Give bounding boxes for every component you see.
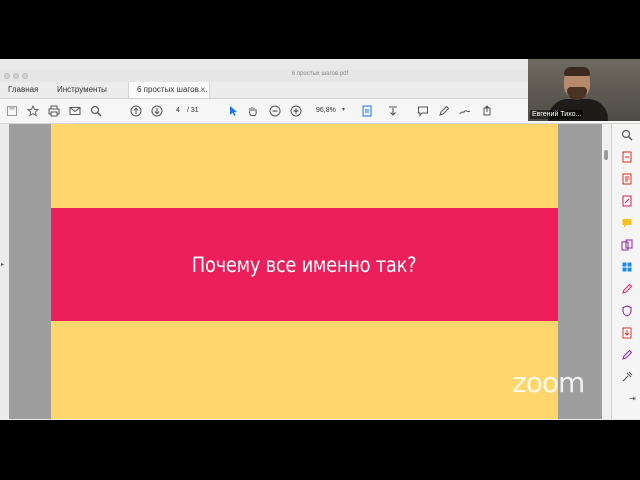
highlight-pen-icon[interactable] (437, 104, 451, 118)
zoom-out-icon[interactable] (268, 104, 282, 118)
protect-icon[interactable] (621, 304, 633, 317)
slide-band: Почему все именно так? (51, 208, 558, 321)
tab-document-label: 6 простых шагов.... (137, 85, 208, 94)
organize-pages-icon[interactable] (621, 260, 633, 272)
sign-icon[interactable] (458, 104, 472, 118)
right-tools-panel: ⇥ (611, 124, 640, 419)
page-down-icon[interactable] (150, 104, 164, 118)
more-tools-icon[interactable] (621, 370, 633, 382)
export-pdf-icon[interactable] (621, 150, 633, 163)
edit-pdf-icon[interactable] (621, 194, 633, 207)
participant-hair (564, 67, 590, 76)
comment-icon[interactable] (416, 104, 430, 118)
send-for-signature-icon[interactable] (621, 348, 633, 360)
zoom-watermark-logo: zoom (512, 366, 585, 399)
fit-page-icon[interactable] (360, 104, 374, 118)
participant-video[interactable]: Евгений Тихо... (528, 59, 640, 121)
comment-tool-icon[interactable] (621, 216, 633, 228)
fill-sign-icon[interactable] (621, 282, 633, 294)
page-up-icon[interactable] (129, 104, 143, 118)
create-pdf-icon[interactable] (621, 172, 633, 185)
tab-close-icon[interactable]: × (200, 82, 205, 98)
search-icon[interactable] (89, 104, 103, 118)
chevron-down-icon[interactable]: ▾ (342, 105, 345, 116)
slide-heading: Почему все именно так? (192, 252, 417, 277)
bookmark-star-icon[interactable] (26, 104, 40, 118)
page-total: / 31 (187, 107, 199, 114)
zoom-level-select[interactable]: 96,8% (316, 105, 352, 116)
tab-document[interactable]: 6 простых шагов.... × (128, 82, 210, 98)
tab-tools[interactable]: Инструменты (57, 82, 107, 98)
hand-tool-icon[interactable] (246, 104, 260, 118)
pdf-page: Почему все именно так? (51, 124, 558, 419)
share-icon[interactable] (480, 104, 494, 118)
mail-icon[interactable] (68, 104, 82, 118)
select-cursor-icon[interactable] (226, 104, 240, 118)
print-icon[interactable] (47, 104, 61, 118)
vertical-scrollbar[interactable] (602, 124, 611, 419)
expand-left-panel-icon[interactable]: ▸ (1, 261, 4, 268)
optimize-icon[interactable] (621, 326, 633, 339)
scroll-mode-icon[interactable] (386, 104, 400, 118)
page-number-input[interactable]: 4 (171, 105, 185, 116)
scrollbar-thumb[interactable] (604, 150, 608, 160)
collapse-right-panel-icon[interactable]: ⇥ (629, 394, 636, 403)
participant-name: Евгений Тихо... (530, 110, 584, 119)
zoom-search-icon[interactable] (621, 128, 633, 141)
combine-files-icon[interactable] (621, 238, 633, 251)
save-icon[interactable] (5, 104, 19, 118)
tab-home[interactable]: Главная (8, 82, 38, 98)
zoom-in-icon[interactable] (289, 104, 303, 118)
